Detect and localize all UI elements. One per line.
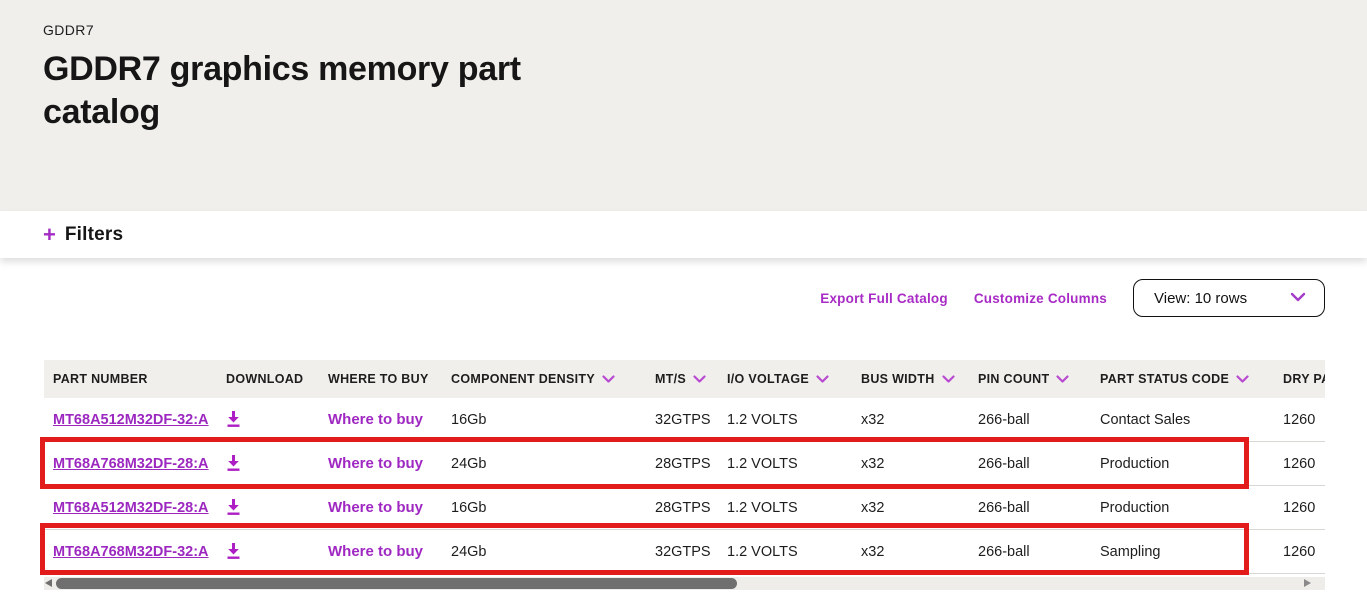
arrow-right-icon[interactable] bbox=[1304, 579, 1311, 587]
part-status-cell: Production bbox=[1100, 500, 1283, 516]
bus-width-cell: x32 bbox=[861, 500, 978, 516]
dry-pack-cell: 1260 bbox=[1283, 500, 1325, 516]
breadcrumb: GDDR7 bbox=[43, 22, 94, 38]
view-rows-dropdown[interactable]: View: 10 rows bbox=[1133, 279, 1325, 317]
chevron-down-icon[interactable] bbox=[816, 372, 829, 386]
gddr7-catalog-page: GDDR7 GDDR7 graphics memory part catalog… bbox=[0, 0, 1367, 610]
column-header-io-voltage[interactable]: I/O VOLTAGE bbox=[727, 372, 861, 386]
chevron-down-icon[interactable] bbox=[1236, 372, 1249, 386]
part-status-cell: Production bbox=[1100, 456, 1283, 472]
component-density-cell: 24Gb bbox=[451, 456, 655, 472]
pin-count-cell: 266-ball bbox=[978, 544, 1100, 560]
dry-pack-cell: 1260 bbox=[1283, 544, 1325, 560]
chevron-down-icon bbox=[1290, 289, 1306, 307]
bus-width-cell: x32 bbox=[861, 412, 978, 428]
mts-cell: 32GTPS bbox=[655, 544, 727, 560]
column-header-download: DOWNLOAD bbox=[226, 372, 328, 386]
chevron-down-icon[interactable] bbox=[1056, 372, 1069, 386]
pin-count-cell: 266-ball bbox=[978, 456, 1100, 472]
dry-pack-cell: 1260 bbox=[1283, 456, 1325, 472]
dry-pack-cell: 1260 bbox=[1283, 412, 1325, 428]
table-row: MT68A512M32DF-32:A Where to buy 16Gb 32G… bbox=[44, 398, 1325, 442]
hero-section: GDDR7 GDDR7 graphics memory part catalog bbox=[0, 0, 1367, 211]
part-status-cell: Sampling bbox=[1100, 544, 1283, 560]
column-header-pin-count[interactable]: PIN COUNT bbox=[978, 372, 1100, 386]
column-header-part-status-code[interactable]: PART STATUS CODE bbox=[1100, 372, 1283, 386]
filters-bar[interactable]: + Filters bbox=[0, 211, 1367, 258]
where-to-buy-link[interactable]: Where to buy bbox=[328, 499, 423, 516]
column-header-dry-pack: DRY PA bbox=[1283, 372, 1325, 386]
view-rows-value: View: 10 rows bbox=[1154, 290, 1247, 307]
io-voltage-cell: 1.2 VOLTS bbox=[727, 500, 861, 516]
column-header-where-to-buy: WHERE TO BUY bbox=[328, 372, 451, 386]
filters-toggle-label: Filters bbox=[65, 224, 123, 246]
page-title: GDDR7 graphics memory part catalog bbox=[43, 48, 583, 134]
mts-cell: 28GTPS bbox=[655, 456, 727, 472]
export-full-catalog-link[interactable]: Export Full Catalog bbox=[820, 291, 948, 306]
horizontal-scrollbar[interactable] bbox=[44, 577, 1325, 590]
scrollbar-thumb[interactable] bbox=[56, 578, 737, 589]
part-status-cell: Contact Sales bbox=[1100, 412, 1283, 428]
where-to-buy-link[interactable]: Where to buy bbox=[328, 455, 423, 472]
chevron-down-icon[interactable] bbox=[942, 372, 955, 386]
table-row: MT68A512M32DF-28:A Where to buy 16Gb 28G… bbox=[44, 486, 1325, 530]
customize-columns-link[interactable]: Customize Columns bbox=[974, 291, 1107, 306]
arrow-left-icon[interactable] bbox=[45, 579, 52, 587]
io-voltage-cell: 1.2 VOLTS bbox=[727, 456, 861, 472]
table-header-row: PART NUMBER DOWNLOAD WHERE TO BUY COMPON… bbox=[44, 360, 1325, 398]
part-number-link[interactable]: MT68A768M32DF-28:A bbox=[53, 456, 209, 472]
table-row: MT68A768M32DF-28:A Where to buy 24Gb 28G… bbox=[44, 442, 1325, 486]
io-voltage-cell: 1.2 VOLTS bbox=[727, 544, 861, 560]
bus-width-cell: x32 bbox=[861, 544, 978, 560]
component-density-cell: 16Gb bbox=[451, 500, 655, 516]
bus-width-cell: x32 bbox=[861, 456, 978, 472]
where-to-buy-link[interactable]: Where to buy bbox=[328, 543, 423, 560]
chevron-down-icon[interactable] bbox=[602, 372, 615, 386]
chevron-down-icon[interactable] bbox=[693, 372, 706, 386]
table-toolbar: Export Full Catalog Customize Columns Vi… bbox=[44, 279, 1325, 317]
download-icon[interactable] bbox=[226, 411, 241, 428]
download-icon[interactable] bbox=[226, 455, 241, 472]
component-density-cell: 16Gb bbox=[451, 412, 655, 428]
pin-count-cell: 266-ball bbox=[978, 412, 1100, 428]
part-number-link[interactable]: MT68A512M32DF-32:A bbox=[53, 412, 209, 428]
mts-cell: 28GTPS bbox=[655, 500, 727, 516]
column-header-part-number: PART NUMBER bbox=[44, 372, 226, 386]
download-icon[interactable] bbox=[226, 499, 241, 516]
component-density-cell: 24Gb bbox=[451, 544, 655, 560]
part-number-link[interactable]: MT68A768M32DF-32:A bbox=[53, 544, 209, 560]
column-header-component-density[interactable]: COMPONENT DENSITY bbox=[451, 372, 655, 386]
where-to-buy-link[interactable]: Where to buy bbox=[328, 411, 423, 428]
download-icon[interactable] bbox=[226, 543, 241, 560]
column-header-mts[interactable]: MT/S bbox=[655, 372, 727, 386]
parts-table: PART NUMBER DOWNLOAD WHERE TO BUY COMPON… bbox=[44, 360, 1325, 574]
pin-count-cell: 266-ball bbox=[978, 500, 1100, 516]
plus-icon: + bbox=[43, 224, 56, 246]
part-number-link[interactable]: MT68A512M32DF-28:A bbox=[53, 500, 209, 516]
mts-cell: 32GTPS bbox=[655, 412, 727, 428]
table-row: MT68A768M32DF-32:A Where to buy 24Gb 32G… bbox=[44, 530, 1325, 574]
io-voltage-cell: 1.2 VOLTS bbox=[727, 412, 861, 428]
column-header-bus-width[interactable]: BUS WIDTH bbox=[861, 372, 978, 386]
